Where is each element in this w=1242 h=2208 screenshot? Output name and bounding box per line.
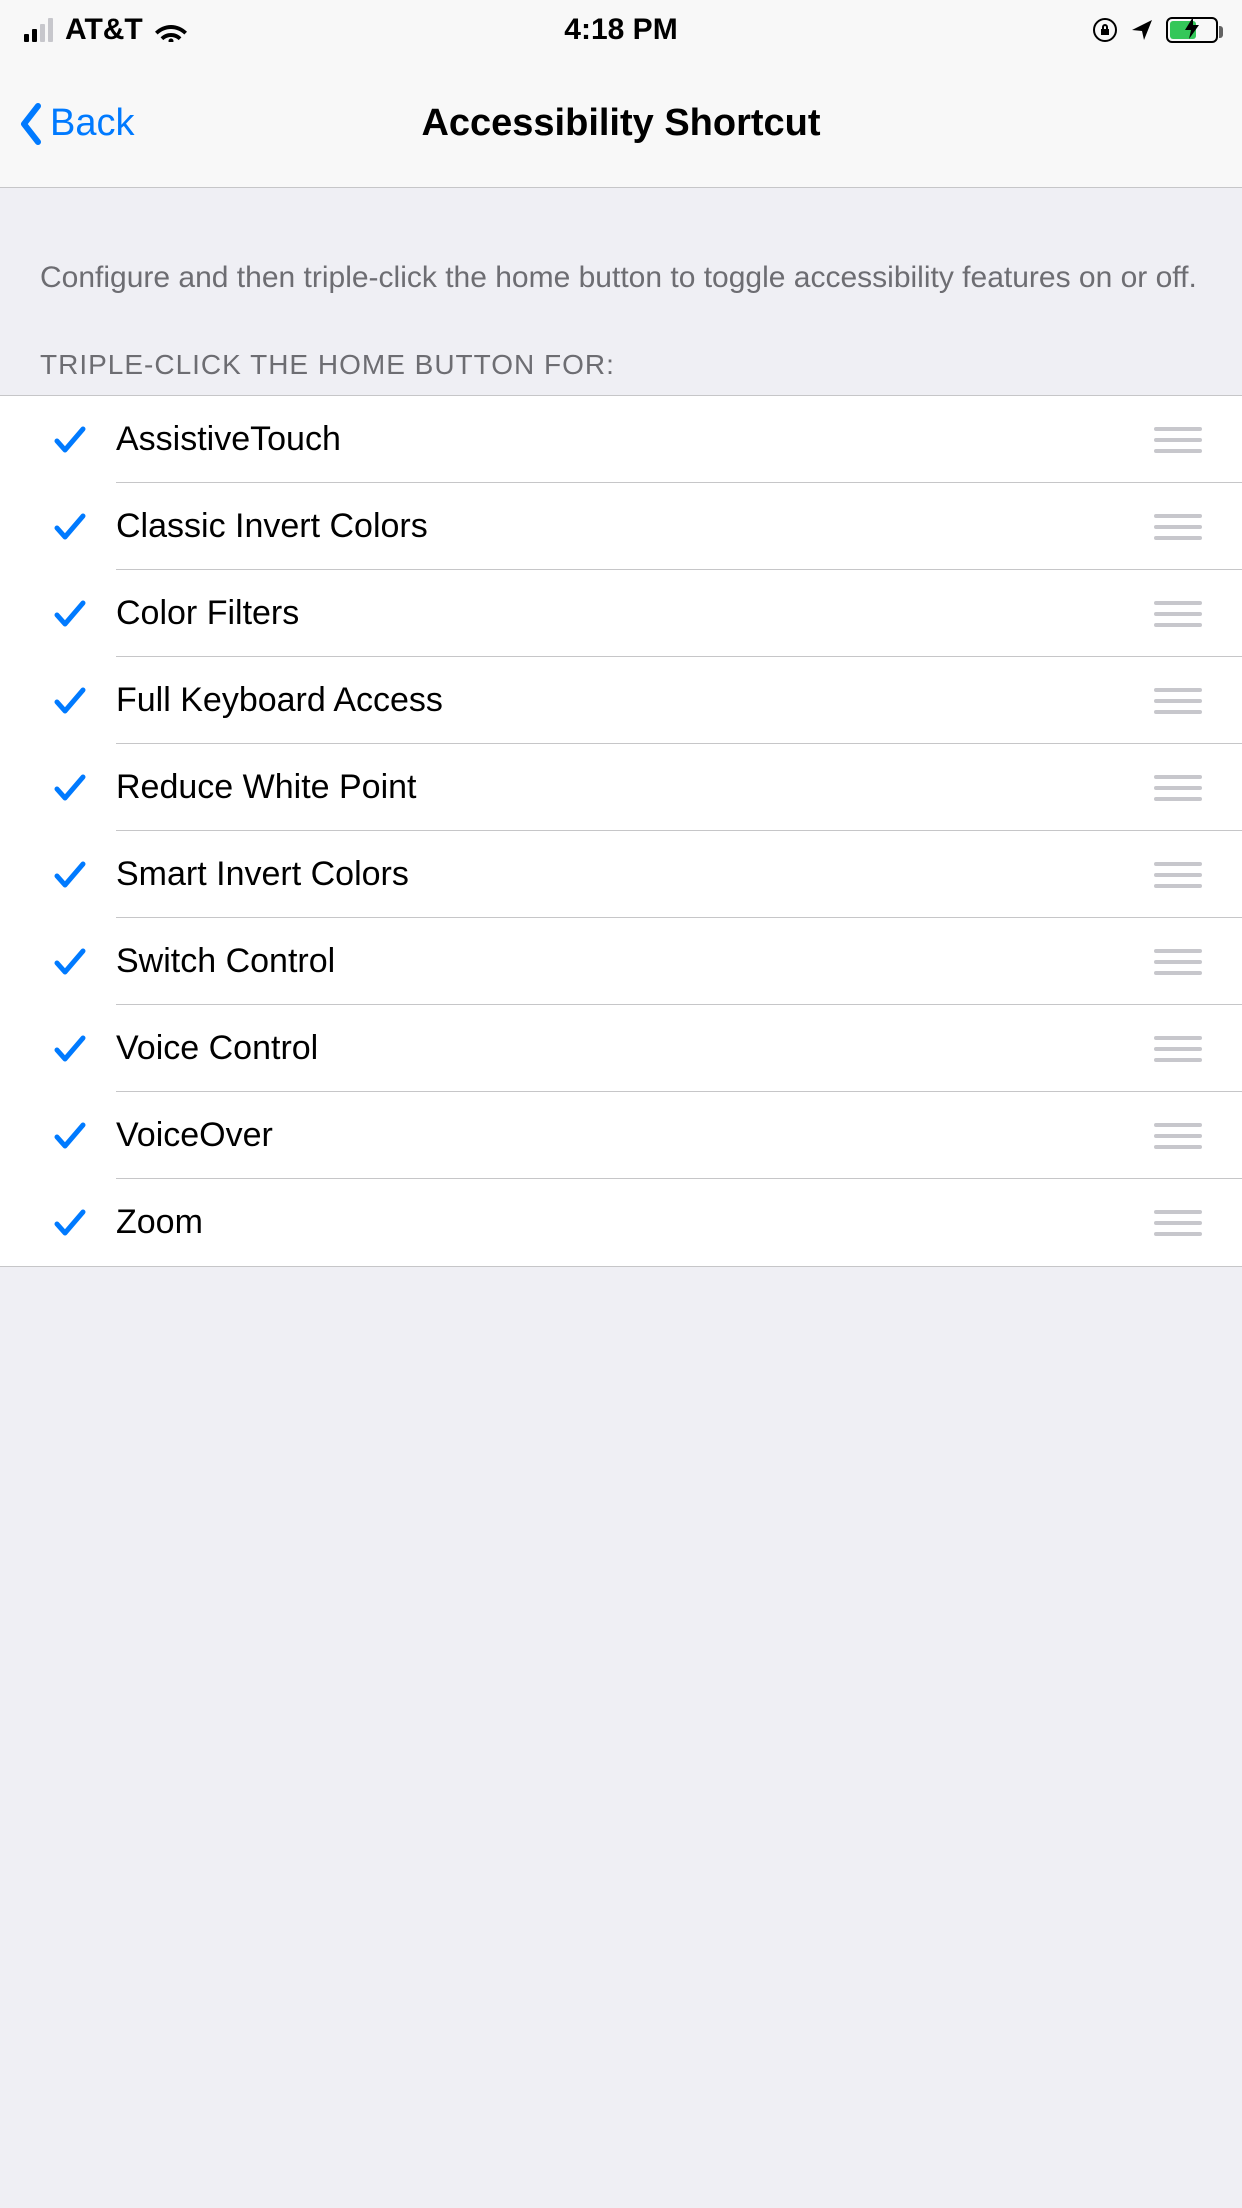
drag-handle-icon[interactable] <box>1154 427 1202 453</box>
navigation-bar: Back Accessibility Shortcut <box>0 60 1242 188</box>
list-item[interactable]: Voice Control <box>0 1005 1242 1092</box>
list-item-label: VoiceOver <box>92 1116 1154 1155</box>
back-label: Back <box>50 102 134 145</box>
section-header: TRIPLE-CLICK THE HOME BUTTON FOR: <box>0 297 1242 395</box>
list-item[interactable]: Switch Control <box>0 918 1242 1005</box>
list-item[interactable]: Classic Invert Colors <box>0 483 1242 570</box>
checkmark-icon <box>48 597 92 631</box>
list-item-label: Voice Control <box>92 1029 1154 1068</box>
list-item-label: Switch Control <box>92 942 1154 981</box>
list-item-label: Full Keyboard Access <box>92 681 1154 720</box>
section-description: Configure and then triple-click the home… <box>0 188 1242 297</box>
drag-handle-icon[interactable] <box>1154 1123 1202 1149</box>
checkmark-icon <box>48 423 92 457</box>
drag-handle-icon[interactable] <box>1154 514 1202 540</box>
list-item[interactable]: Color Filters <box>0 570 1242 657</box>
checkmark-icon <box>48 1119 92 1153</box>
chevron-left-icon <box>18 102 44 146</box>
list-item[interactable]: AssistiveTouch <box>0 396 1242 483</box>
checkmark-icon <box>48 945 92 979</box>
page-title: Accessibility Shortcut <box>421 102 820 145</box>
checkmark-icon <box>48 858 92 892</box>
carrier-label: AT&T <box>65 13 143 47</box>
list-item[interactable]: Reduce White Point <box>0 744 1242 831</box>
list-item-label: AssistiveTouch <box>92 420 1154 459</box>
list-item-label: Zoom <box>92 1203 1154 1242</box>
drag-handle-icon[interactable] <box>1154 601 1202 627</box>
checkmark-icon <box>48 1206 92 1240</box>
list-item-label: Smart Invert Colors <box>92 855 1154 894</box>
list-item[interactable]: VoiceOver <box>0 1092 1242 1179</box>
orientation-lock-icon <box>1092 17 1118 43</box>
wifi-icon <box>155 18 187 42</box>
drag-handle-icon[interactable] <box>1154 1210 1202 1236</box>
list-item[interactable]: Zoom <box>0 1179 1242 1266</box>
checkmark-icon <box>48 771 92 805</box>
checkmark-icon <box>48 684 92 718</box>
location-icon <box>1130 18 1154 42</box>
cellular-signal-icon <box>24 18 53 42</box>
drag-handle-icon[interactable] <box>1154 688 1202 714</box>
list-item[interactable]: Smart Invert Colors <box>0 831 1242 918</box>
list-item-label: Reduce White Point <box>92 768 1154 807</box>
battery-icon <box>1166 17 1218 43</box>
options-list: AssistiveTouch Classic Invert Colors Color… <box>0 395 1242 1267</box>
back-button[interactable]: Back <box>0 60 134 187</box>
list-item-label: Classic Invert Colors <box>92 507 1154 546</box>
drag-handle-icon[interactable] <box>1154 862 1202 888</box>
status-time: 4:18 PM <box>564 13 677 47</box>
status-bar: AT&T 4:18 PM <box>0 0 1242 60</box>
checkmark-icon <box>48 1032 92 1066</box>
drag-handle-icon[interactable] <box>1154 775 1202 801</box>
list-item[interactable]: Full Keyboard Access <box>0 657 1242 744</box>
drag-handle-icon[interactable] <box>1154 949 1202 975</box>
list-item-label: Color Filters <box>92 594 1154 633</box>
status-right <box>1092 17 1218 43</box>
checkmark-icon <box>48 510 92 544</box>
status-left: AT&T <box>24 13 187 47</box>
drag-handle-icon[interactable] <box>1154 1036 1202 1062</box>
